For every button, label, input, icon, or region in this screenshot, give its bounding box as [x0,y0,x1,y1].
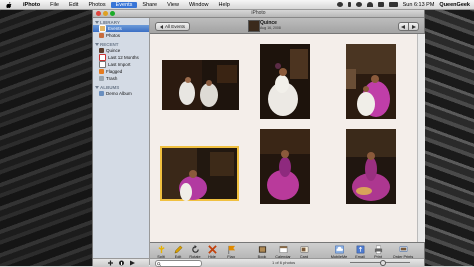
volume-icon[interactable] [377,2,384,7]
window-titlebar[interactable]: iPhoto [93,9,424,18]
rotate-button[interactable]: Rotate [186,245,204,259]
flag-icon [99,69,104,74]
mobileme-icon [334,245,344,254]
mobileme-button[interactable]: MobileMe [328,245,350,259]
events-icon [99,25,106,32]
card-icon [300,246,308,253]
wifi-icon[interactable] [366,2,373,7]
desktop-background-left [0,0,92,266]
menu-bar: iPhoto File Edit Photos Events Share Vie… [0,0,474,10]
menu-photos[interactable]: Photos [83,2,110,8]
zoom-slider-knob[interactable] [380,260,386,266]
sidebar-item-trash[interactable]: Trash [93,75,149,82]
hide-button[interactable]: Hide [203,245,221,259]
print-button[interactable]: Print [369,245,387,259]
book-button[interactable]: Book [253,245,271,259]
photo-browser [150,34,424,242]
sidebar-item-photos[interactable]: Photos [93,32,149,39]
email-icon [356,245,364,254]
sidebar-item-demo-album[interactable]: Demo Album [93,90,149,97]
album-icon [99,91,104,96]
photos-icon [99,33,104,38]
photo-thumbnail[interactable] [260,129,310,204]
order-prints-icon [399,246,407,252]
chevron-right-icon [412,24,416,29]
time-machine-icon[interactable] [336,2,343,7]
sidebar-item-last-12-months[interactable]: Last 12 Months [93,54,149,61]
menu-view[interactable]: View [162,2,184,8]
close-window-button[interactable] [96,10,101,16]
iphoto-window: iPhoto LIBRARY Events Photos RECENT Quin… [92,9,425,267]
pencil-icon [174,245,182,254]
photo-thumbnail[interactable] [162,60,239,110]
back-arrow-icon [160,24,163,29]
menubar-user[interactable]: QueenGeek [439,2,470,8]
all-events-button[interactable]: All Events [155,22,191,31]
photo-thumbnail[interactable] [346,129,396,204]
previous-event-button[interactable] [398,22,409,31]
desktop-background-right [423,0,474,266]
vertical-scrollbar[interactable] [417,34,425,242]
chevron-left-icon [401,24,405,29]
photo-thumbnail[interactable] [346,44,396,119]
apple-logo-icon[interactable] [5,1,13,8]
albums-header[interactable]: ALBUMS [93,83,149,90]
menu-events[interactable]: Events [110,1,138,8]
split-icon [157,245,165,254]
hide-x-icon [207,245,217,254]
menu-edit[interactable]: Edit [64,2,83,8]
split-button[interactable]: Split [152,245,170,259]
book-icon [258,246,266,253]
calendar-icon [99,54,106,61]
calendar-button[interactable]: Calendar [274,245,292,259]
next-event-button[interactable] [409,22,419,31]
search-icon [157,261,161,266]
rotate-icon [191,245,199,253]
photo-count-label: 1 of 6 photos [272,260,296,265]
menu-share[interactable]: Share [137,2,162,8]
info-icon[interactable] [118,260,125,266]
order-prints-button[interactable]: Order Prints [390,245,416,259]
menu-window[interactable]: Window [184,2,214,8]
card-button[interactable]: Card [295,245,313,259]
library-header[interactable]: LIBRARY [93,18,149,25]
sidebar-item-last-import[interactable]: Last Import [93,61,149,68]
disclosure-triangle-icon [95,85,99,89]
disclosure-triangle-icon [95,42,99,46]
sidebar-item-quince[interactable]: Quince [93,47,149,54]
slideshow-icon[interactable] [129,260,136,266]
email-button[interactable]: Email [351,245,369,259]
event-key-photo [248,20,260,32]
disclosure-triangle-icon [95,20,99,24]
photo-thumbnail-selected[interactable] [160,146,239,201]
event-header-bar: All Events Quince Aug 16, 2008 [150,18,424,34]
event-date: Aug 16, 2008 [260,26,281,30]
calendar-icon [279,246,287,253]
photo-thumbnail[interactable] [260,44,310,119]
sidebar-item-flagged[interactable]: Flagged [93,68,149,75]
add-icon[interactable] [107,260,114,266]
event-thumbnail-icon [99,48,104,53]
battery-icon[interactable] [388,2,398,7]
flag-button[interactable]: Flag [222,245,240,259]
bluetooth-icon[interactable] [347,2,351,7]
print-icon [374,245,382,254]
trash-icon [99,76,104,81]
menu-app-name[interactable]: iPhoto [18,2,45,8]
menubar-clock[interactable]: Sun 6:13 PM [403,2,435,8]
edit-button[interactable]: Edit [169,245,187,259]
zoom-slider[interactable] [350,260,410,266]
recent-header[interactable]: RECENT [93,40,149,47]
sync-icon[interactable] [355,2,362,7]
source-list-sidebar: LIBRARY Events Photos RECENT Quince Last… [93,18,150,265]
menu-help[interactable]: Help [214,2,235,8]
import-icon [99,61,106,68]
zoom-window-button[interactable] [110,10,115,16]
menu-file[interactable]: File [45,2,64,8]
sidebar-item-events[interactable]: Events [93,25,149,32]
flag-icon [227,245,235,254]
minimize-window-button[interactable] [103,10,108,16]
window-title: iPhoto [251,10,266,16]
